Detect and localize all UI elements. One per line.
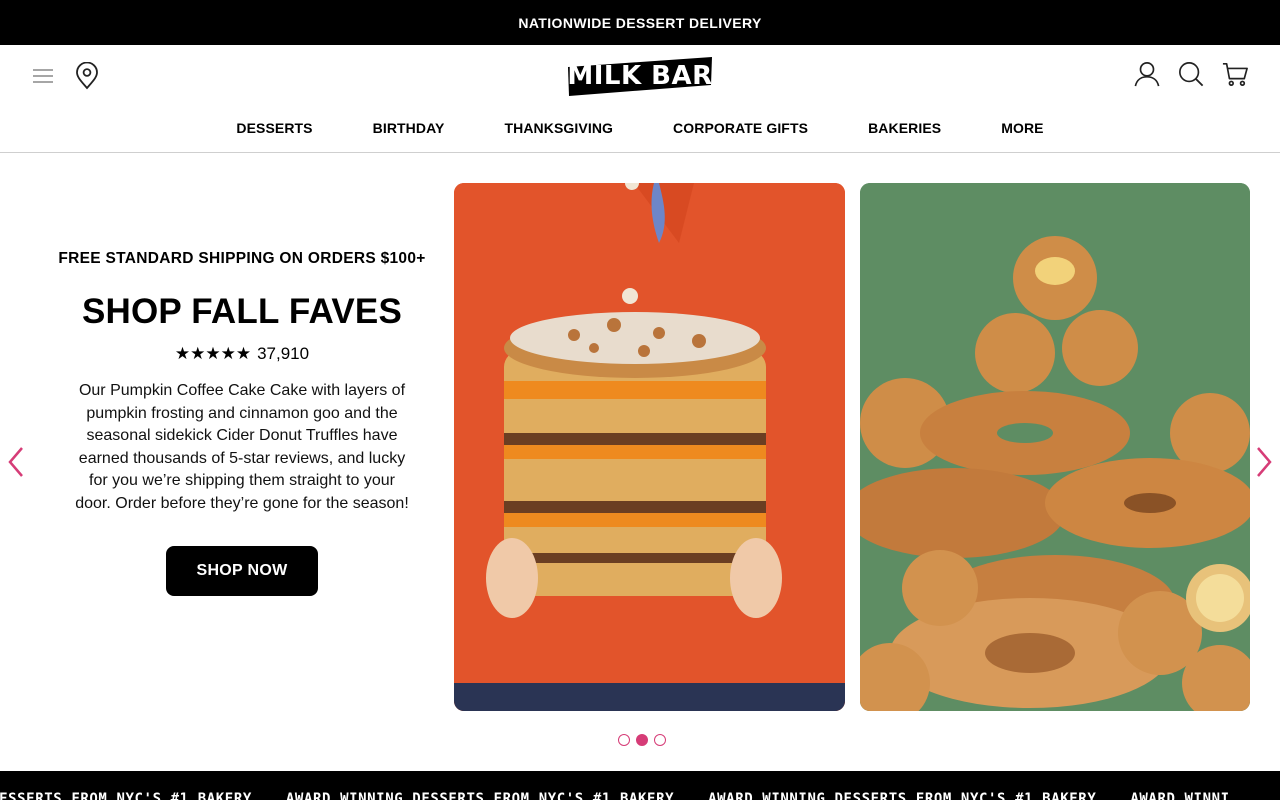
- carousel-slide-pumpkin-cake[interactable]: [454, 183, 845, 711]
- nav-item-bakeries[interactable]: BAKERIES: [868, 120, 941, 136]
- shipping-note: FREE STANDARD SHIPPING ON ORDERS $100+: [58, 250, 426, 267]
- main-nav: DESSERTS BIRTHDAY THANKSGIVING CORPORATE…: [0, 120, 1280, 136]
- hero-content: FREE STANDARD SHIPPING ON ORDERS $100+ S…: [40, 250, 444, 596]
- carousel-dot-3[interactable]: [654, 734, 666, 746]
- ticker-item: AWARD WINNING DESSERTS FROM NYC'S #1 BAK…: [708, 791, 1097, 800]
- carousel-slide-cider-donuts[interactable]: [860, 183, 1250, 711]
- rating[interactable]: ★★★★★ 37,910: [40, 344, 444, 364]
- hero-title: SHOP FALL FAVES: [81, 292, 403, 331]
- ticker-item: AWARD WINNING DESSERTS FROM NYC'S #1 BAK…: [285, 791, 675, 800]
- carousel-dot-1[interactable]: [618, 734, 630, 746]
- header-left-tools: [30, 62, 100, 90]
- marquee-ticker: E DESSERTS FROM NYC'S #1 BAKERY AWARD WI…: [0, 771, 1280, 800]
- nav-item-desserts[interactable]: DESSERTS: [236, 120, 312, 136]
- nav-item-birthday[interactable]: BIRTHDAY: [373, 120, 445, 136]
- menu-icon[interactable]: [30, 62, 56, 90]
- account-icon[interactable]: [1134, 60, 1160, 88]
- rating-count: 37,910: [257, 344, 310, 363]
- header-right-tools: [1134, 60, 1248, 88]
- cider-donut-truffles-photo: [860, 183, 1250, 711]
- carousel-prev-arrow[interactable]: [4, 444, 28, 480]
- nav-item-thanksgiving[interactable]: THANKSGIVING: [504, 120, 613, 136]
- ticker-item: E DESSERTS FROM NYC'S #1 BAKERY: [0, 791, 252, 800]
- shop-now-button[interactable]: SHOP NOW: [166, 546, 318, 596]
- location-pin-icon[interactable]: [74, 62, 100, 90]
- site-header: MILK BAR DESSERTS BIRTHDAY THANKSGIVING …: [0, 45, 1280, 153]
- nav-item-corporate-gifts[interactable]: CORPORATE GIFTS: [673, 120, 808, 136]
- search-icon[interactable]: [1178, 60, 1204, 88]
- pumpkin-coffee-cake-photo: [454, 183, 845, 711]
- nav-item-more[interactable]: MORE: [1001, 120, 1043, 136]
- logo-text: MILK BAR: [567, 61, 713, 91]
- star-rating-icon: ★★★★★: [174, 344, 252, 363]
- ticker-track: E DESSERTS FROM NYC'S #1 BAKERY AWARD WI…: [0, 791, 1230, 800]
- promo-text: NATIONWIDE DESSERT DELIVERY: [518, 14, 762, 31]
- carousel-dots: [618, 734, 666, 746]
- hero-description: Our Pumpkin Coffee Cake Cake with layers…: [75, 382, 409, 512]
- carousel-dot-2[interactable]: [636, 734, 648, 746]
- carousel-next-arrow[interactable]: [1252, 444, 1276, 480]
- cart-icon[interactable]: [1222, 60, 1248, 88]
- milk-bar-logo[interactable]: MILK BAR: [566, 55, 714, 97]
- ticker-item: AWARD WINNI: [1130, 791, 1230, 800]
- promo-bar: NATIONWIDE DESSERT DELIVERY: [0, 0, 1280, 45]
